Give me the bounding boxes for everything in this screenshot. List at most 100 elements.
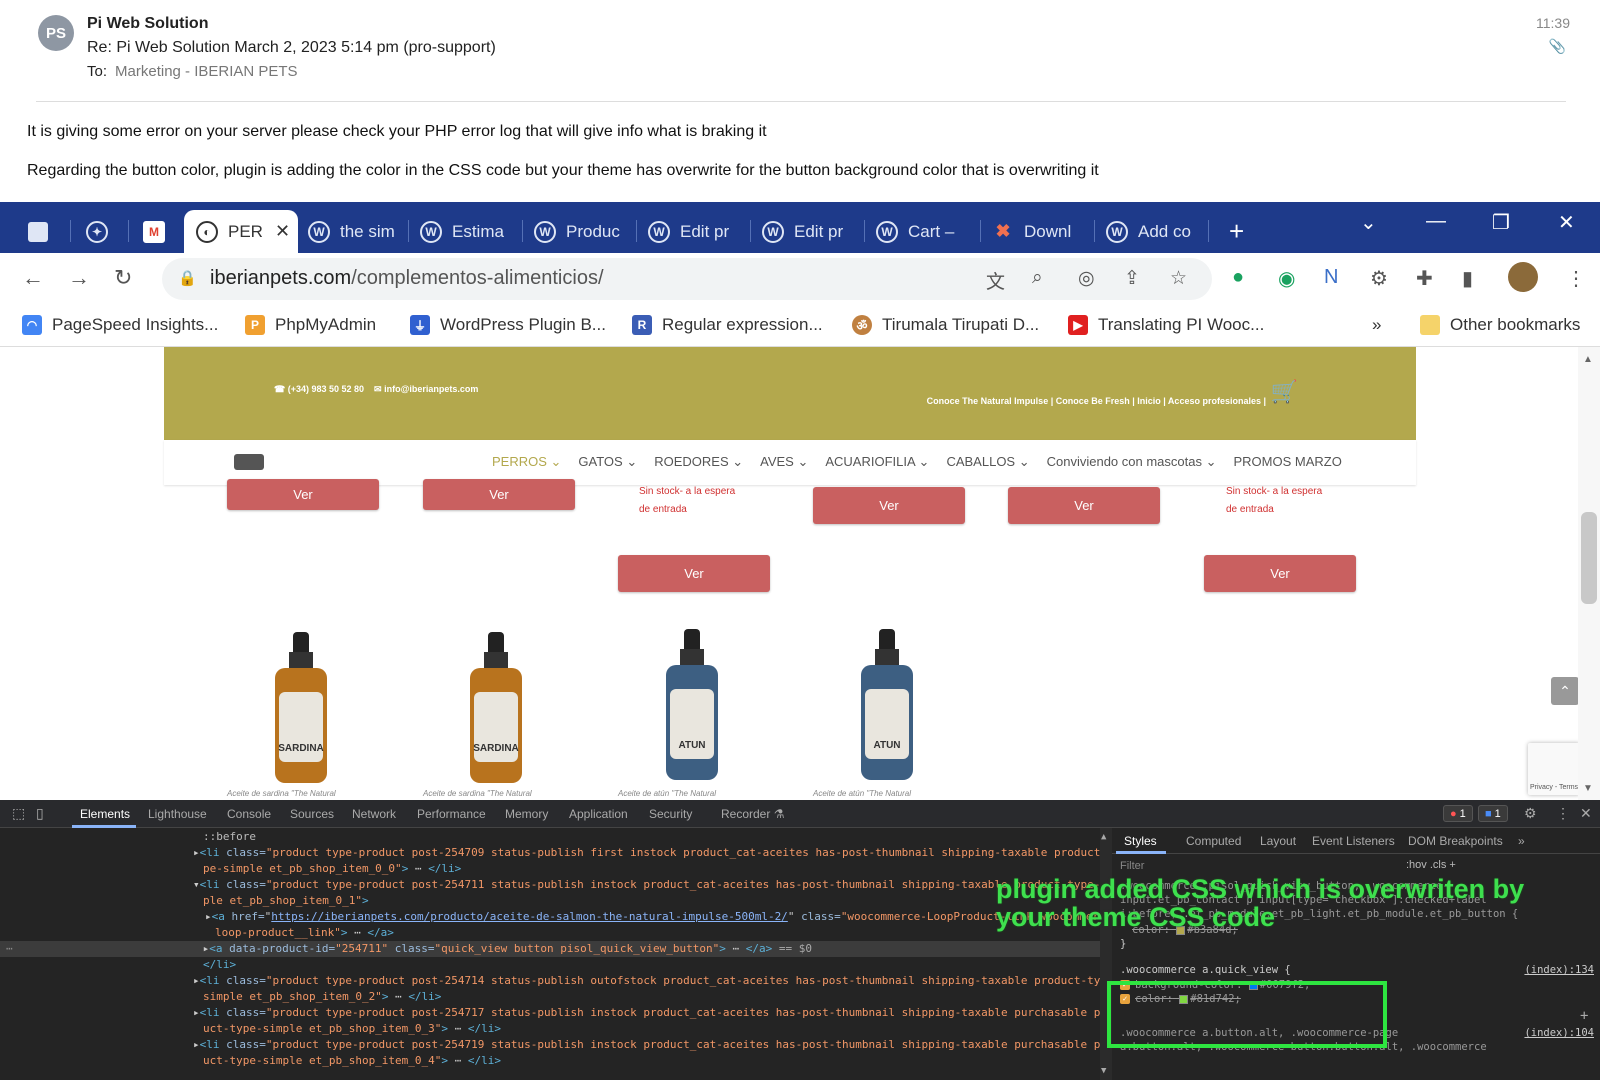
devtools-tab-console[interactable]: Console [227, 807, 271, 821]
bookmark[interactable]: R Regular expression... [632, 315, 823, 335]
devtools-tab-recorder[interactable]: Recorder ⚗ [721, 807, 784, 821]
tab-search-dropdown-icon[interactable]: ⌄ [1360, 210, 1377, 235]
devtools-tab-sources[interactable]: Sources [290, 807, 334, 821]
devtools-close-icon[interactable]: ✕ [1580, 805, 1592, 822]
back-icon[interactable]: ← [22, 265, 44, 291]
product-name[interactable]: Aceite de atún "The Natural [813, 789, 911, 798]
extensions-puzzle-icon[interactable]: ✚ [1416, 266, 1433, 291]
tab[interactable]: W Cart – [876, 210, 976, 253]
hov-cls-toggles[interactable]: :hov .cls + [1406, 859, 1456, 871]
share-icon[interactable]: ⇪ [1124, 267, 1140, 290]
scrollbar-thumb[interactable] [1581, 512, 1597, 604]
menu-item-roedores[interactable]: ROEDORES ⌄ [654, 454, 743, 470]
devtools-tab-network[interactable]: Network [352, 807, 396, 821]
styles-tab-dom-breakpoints[interactable]: DOM Breakpoints [1408, 834, 1503, 848]
devtools-tab-lighthouse[interactable]: Lighthouse [148, 807, 207, 821]
close-tab-icon[interactable]: ✕ [275, 221, 290, 242]
eye-off-icon[interactable]: ◎ [1078, 267, 1095, 290]
page-scrollbar[interactable]: ▲ ▼ [1578, 347, 1600, 800]
tab[interactable]: ✖ Downl [992, 210, 1092, 253]
inspect-element-icon[interactable]: ⬚ [12, 805, 25, 822]
phone[interactable]: (+34) 983 50 52 80 [288, 384, 364, 394]
attachment-icon[interactable]: 📎 [1549, 38, 1566, 55]
tab[interactable]: W Edit pr [762, 210, 862, 253]
scroll-up-arrow-icon[interactable]: ▲ [1583, 354, 1593, 365]
menu-item-gatos[interactable]: GATOS ⌄ [578, 454, 637, 470]
devtools-tab-security[interactable]: Security [649, 807, 692, 821]
forward-icon[interactable]: → [68, 265, 90, 291]
url-text[interactable]: iberianpets.com/complementos-alimenticio… [210, 267, 604, 290]
dom-line[interactable]: ▸<li class="product type-product post-25… [193, 845, 1100, 861]
dom-line[interactable]: ▾<li class="product type-product post-25… [193, 877, 1100, 893]
devtools-settings-icon[interactable]: ⚙ [1524, 805, 1537, 822]
styles-tab-layout[interactable]: Layout [1260, 834, 1296, 848]
dom-line[interactable]: simple et_pb_shop_item_0_2"> ⋯ </li> [203, 989, 441, 1005]
errors-badge[interactable]: ● 1 [1443, 805, 1473, 822]
dom-line[interactable]: ▸<li class="product type-product post-25… [193, 1037, 1100, 1053]
other-bookmarks[interactable]: Other bookmarks [1420, 315, 1580, 335]
product-image[interactable]: SARDINA [271, 632, 331, 787]
dom-line[interactable]: ::before [203, 829, 256, 845]
site-logo[interactable] [234, 454, 264, 470]
settings-extension-icon[interactable]: ⚙ [1370, 266, 1388, 291]
contact-email[interactable]: info@iberianpets.com [384, 384, 478, 394]
tab[interactable]: W Estima [420, 210, 520, 253]
bookmark[interactable]: P PhpMyAdmin [245, 315, 376, 335]
recipient-name[interactable]: Marketing - IBERIAN PETS [115, 63, 298, 80]
tab[interactable]: W Produc [534, 210, 634, 253]
ver-button[interactable]: Ver [227, 479, 379, 510]
profile-avatar[interactable] [1508, 262, 1538, 292]
extension-icon[interactable]: ◉ [1278, 266, 1295, 291]
close-window-icon[interactable]: ✕ [1558, 210, 1575, 235]
sender-name[interactable]: Pi Web Solution [87, 15, 208, 33]
tab[interactable]: W Add co [1106, 210, 1206, 253]
dom-line[interactable]: ple et_pb_shop_item_0_1"> [203, 893, 369, 909]
scroll-up-arrow-icon[interactable]: ▲ [1101, 832, 1106, 842]
devtools-tab-elements[interactable]: Elements [80, 807, 130, 821]
dom-line[interactable]: pe-simple et_pb_shop_item_0_0"> ⋯ </li> [203, 861, 461, 877]
bookmark[interactable]: ◠ PageSpeed Insights... [22, 315, 218, 335]
product-image[interactable]: SARDINA [466, 632, 526, 787]
lock-icon[interactable]: 🔒 [178, 269, 197, 287]
bookmark-star-icon[interactable]: ☆ [1170, 267, 1187, 290]
zoom-icon[interactable]: ⌕ [1032, 267, 1043, 289]
tab-active[interactable]: ◐ PER ✕ [184, 210, 298, 253]
minimize-icon[interactable]: — [1426, 210, 1446, 233]
dom-line[interactable]: ▸<li class="product type-product post-25… [193, 973, 1100, 989]
top-links[interactable]: Conoce The Natural Impulse | Conoce Be F… [927, 396, 1266, 406]
menu-item-promos[interactable]: PROMOS MARZO [1233, 454, 1341, 470]
css-source-link[interactable]: (index):104 [1524, 1027, 1594, 1039]
scroll-down-arrow-icon[interactable]: ▼ [1583, 783, 1593, 794]
menu-item-caballos[interactable]: CABALLOS ⌄ [946, 454, 1029, 470]
ver-button[interactable]: Ver [813, 487, 965, 524]
devtools-tab-performance[interactable]: Performance [417, 807, 486, 821]
styles-tab-event-listeners[interactable]: Event Listeners [1312, 834, 1395, 848]
product-name[interactable]: Aceite de sardina "The Natural [423, 789, 532, 798]
devtools-more-icon[interactable]: ⋮ [1556, 805, 1570, 822]
product-name[interactable]: Aceite de sardina "The Natural [227, 789, 336, 798]
bookmarks-overflow-chevron[interactable]: » [1372, 315, 1381, 335]
tab[interactable]: W Edit pr [648, 210, 748, 253]
gmail-tab-icon[interactable]: M [143, 210, 173, 253]
cart-icon[interactable]: 🛒 [1271, 379, 1298, 405]
grammarly-icon[interactable]: ● [1232, 266, 1244, 289]
ver-button[interactable]: Ver [423, 479, 575, 510]
menu-kebab-icon[interactable]: ⋮ [1566, 266, 1586, 291]
ver-button[interactable]: Ver [1204, 555, 1356, 592]
dom-line[interactable]: uct-type-simple et_pb_shop_item_0_4"> ⋯ … [203, 1053, 501, 1069]
styles-filter-input[interactable]: Filter [1120, 860, 1144, 872]
ver-button[interactable]: Ver [618, 555, 770, 592]
new-tab-button[interactable]: + [1229, 210, 1244, 253]
devtools-tab-application[interactable]: Application [569, 807, 628, 821]
tab[interactable]: Wthe sim [308, 210, 418, 253]
address-bar[interactable]: 🔒 iberianpets.com/complementos-alimentic… [162, 258, 1212, 300]
side-panel-icon[interactable]: ▮ [1462, 266, 1473, 291]
bookmark[interactable]: ⏚ WordPress Plugin B... [410, 315, 606, 335]
dom-line-selected[interactable]: ⋯ ▸<a data-product-id="254711" class="qui… [0, 941, 1100, 958]
product-name[interactable]: Aceite de atún "The Natural [618, 789, 716, 798]
styles-tab-styles[interactable]: Styles [1124, 834, 1157, 848]
extension-n-icon[interactable]: N [1324, 266, 1338, 289]
dom-line[interactable]: uct-type-simple et_pb_shop_item_0_3"> ⋯ … [203, 1021, 501, 1037]
bookmark[interactable]: ॐ Tirumala Tirupati D... [852, 315, 1039, 335]
messages-badge[interactable]: ■ 1 [1478, 805, 1508, 822]
